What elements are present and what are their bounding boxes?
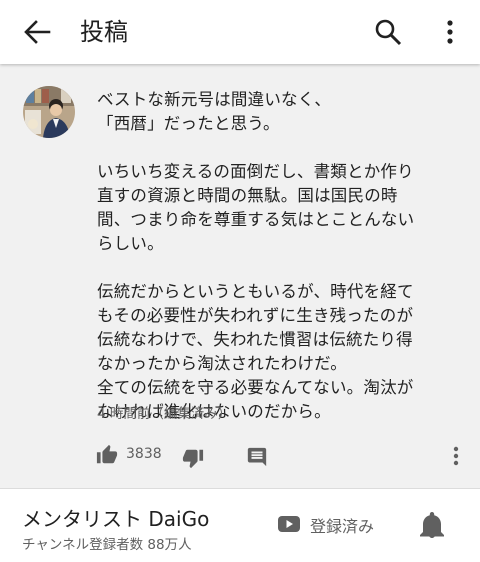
avatar[interactable] bbox=[23, 86, 75, 138]
thumb-down-icon[interactable] bbox=[182, 447, 204, 469]
post-timestamp: 4 時間前（編集済み） bbox=[97, 406, 232, 422]
youtube-icon bbox=[278, 516, 300, 532]
more-vert-icon[interactable] bbox=[438, 18, 462, 46]
channel-bar: メンタリスト DaiGo チャンネル登録者数 88万人 登録済み bbox=[0, 489, 480, 562]
post-actions: 3838 bbox=[0, 440, 480, 472]
like-count: 3838 bbox=[126, 446, 162, 462]
search-icon[interactable] bbox=[374, 18, 402, 46]
post-card: ベストな新元号は間違いなく、 「西暦」だったと思う。 いちいち変えるの面倒だし、… bbox=[0, 64, 480, 488]
channel-name[interactable]: メンタリスト DaiGo bbox=[22, 503, 209, 532]
comment-icon[interactable] bbox=[246, 446, 268, 468]
page-title: 投稿 bbox=[80, 18, 128, 46]
thumb-up-icon[interactable] bbox=[96, 444, 118, 466]
more-vert-icon[interactable] bbox=[448, 444, 464, 468]
back-arrow-icon[interactable] bbox=[22, 18, 52, 46]
app-bar: 投稿 bbox=[0, 0, 480, 64]
subscriber-count: チャンネル登録者数 88万人 bbox=[22, 537, 192, 553]
bell-icon[interactable] bbox=[420, 511, 444, 539]
post-text: ベストな新元号は間違いなく、 「西暦」だったと思う。 いちいち変えるの面倒だし、… bbox=[97, 88, 467, 424]
subscribed-label: 登録済み bbox=[310, 517, 375, 536]
post-paragraph: ベストな新元号は間違いなく、 「西暦」だったと思う。 bbox=[97, 90, 332, 133]
post-paragraph: いちいち変えるの面倒だし、書類とか作り 直すの資源と時間の無駄。国は国民の時 間… bbox=[97, 162, 415, 253]
